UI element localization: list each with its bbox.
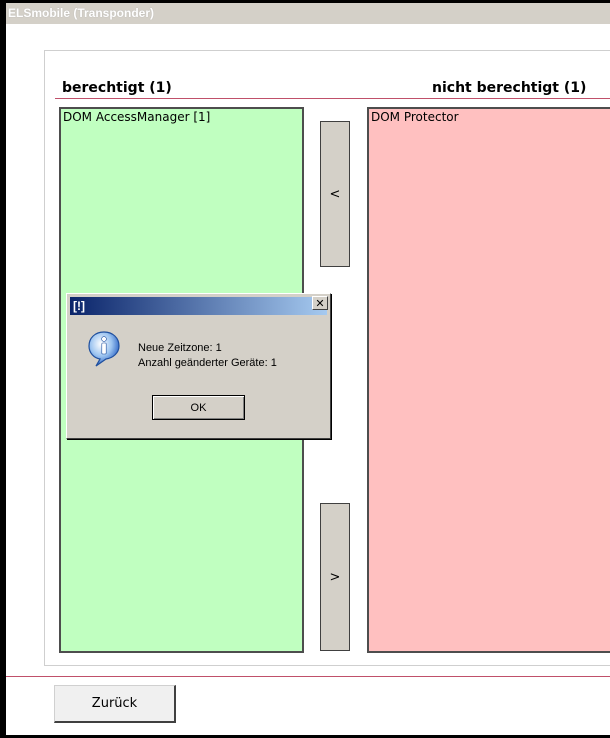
close-icon[interactable]: ✕ — [312, 296, 328, 310]
dialog-message: Neue Zeitzone: 1 Anzahl geänderter Gerät… — [138, 341, 277, 371]
move-to-authorized-button[interactable]: < — [320, 121, 350, 267]
ok-button[interactable]: OK — [152, 395, 245, 420]
authorized-header: berechtigt (1) — [62, 80, 172, 96]
dialog-title: [!] — [70, 297, 327, 315]
message-dialog: [!] ✕ Neue Zeitzone: 1 Anzahl geänderter… — [66, 293, 331, 439]
unauthorized-header: nicht berechtigt (1) — [432, 80, 587, 96]
info-icon — [87, 330, 121, 368]
move-to-unauthorized-button[interactable]: > — [320, 503, 350, 651]
window-title: ELSmobile (Transponder) — [6, 3, 610, 24]
dialog-message-line: Anzahl geänderter Geräte: 1 — [138, 357, 277, 369]
back-button[interactable]: Zurück — [54, 685, 176, 723]
unauthorized-list[interactable]: DOM Protector — [367, 107, 610, 653]
header-divider — [55, 98, 610, 99]
footer-divider — [6, 676, 610, 677]
list-item[interactable]: DOM AccessManager [1] — [63, 110, 300, 124]
dialog-message-line: Neue Zeitzone: 1 — [138, 342, 222, 354]
list-item[interactable]: DOM Protector — [371, 110, 610, 124]
